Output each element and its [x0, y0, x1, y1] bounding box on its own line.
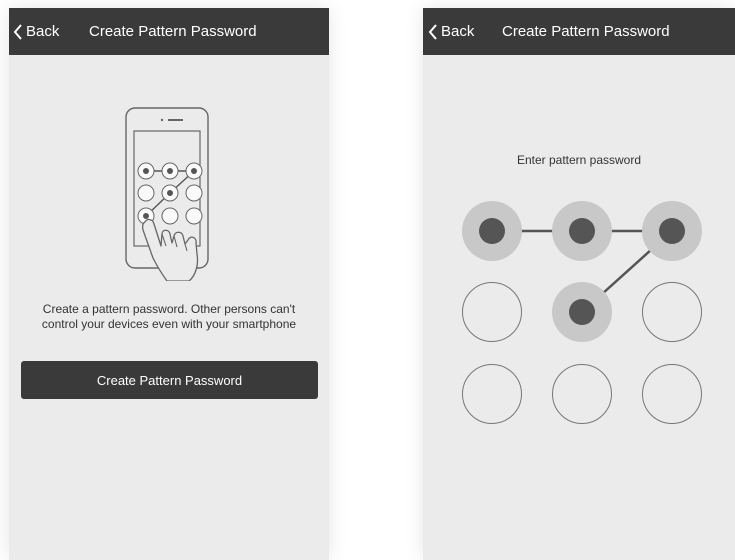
pattern-node-7[interactable]	[462, 364, 522, 424]
pattern-grid[interactable]	[423, 8, 735, 560]
pattern-node-1[interactable]	[462, 201, 522, 261]
chevron-left-icon	[13, 23, 23, 40]
description-line: Create a pattern password. Other persons…	[42, 302, 296, 316]
pattern-node-9[interactable]	[642, 364, 702, 424]
page-title: Create Pattern Password	[89, 23, 257, 40]
pattern-node-2[interactable]	[552, 201, 612, 261]
back-button[interactable]: Back	[13, 8, 59, 55]
phone-with-pattern-and-hand-icon	[117, 106, 217, 286]
navbar: Back Create Pattern Password	[9, 8, 329, 55]
pattern-node-8[interactable]	[552, 364, 612, 424]
intro-screen: Back Create Pattern Password Create a pa…	[9, 8, 329, 560]
pattern-node-6[interactable]	[642, 282, 702, 342]
description: Create a pattern password. Other persons…	[9, 302, 329, 332]
pattern-entry-screen: Back Create Pattern Password Enter patte…	[423, 8, 735, 560]
create-pattern-password-button[interactable]: Create Pattern Password	[21, 361, 318, 399]
back-label: Back	[26, 23, 60, 40]
description-line: control your devices even with your smar…	[41, 317, 297, 331]
pattern-node-4[interactable]	[462, 282, 522, 342]
pattern-node-5[interactable]	[552, 282, 612, 342]
pattern-node-3[interactable]	[642, 201, 702, 261]
